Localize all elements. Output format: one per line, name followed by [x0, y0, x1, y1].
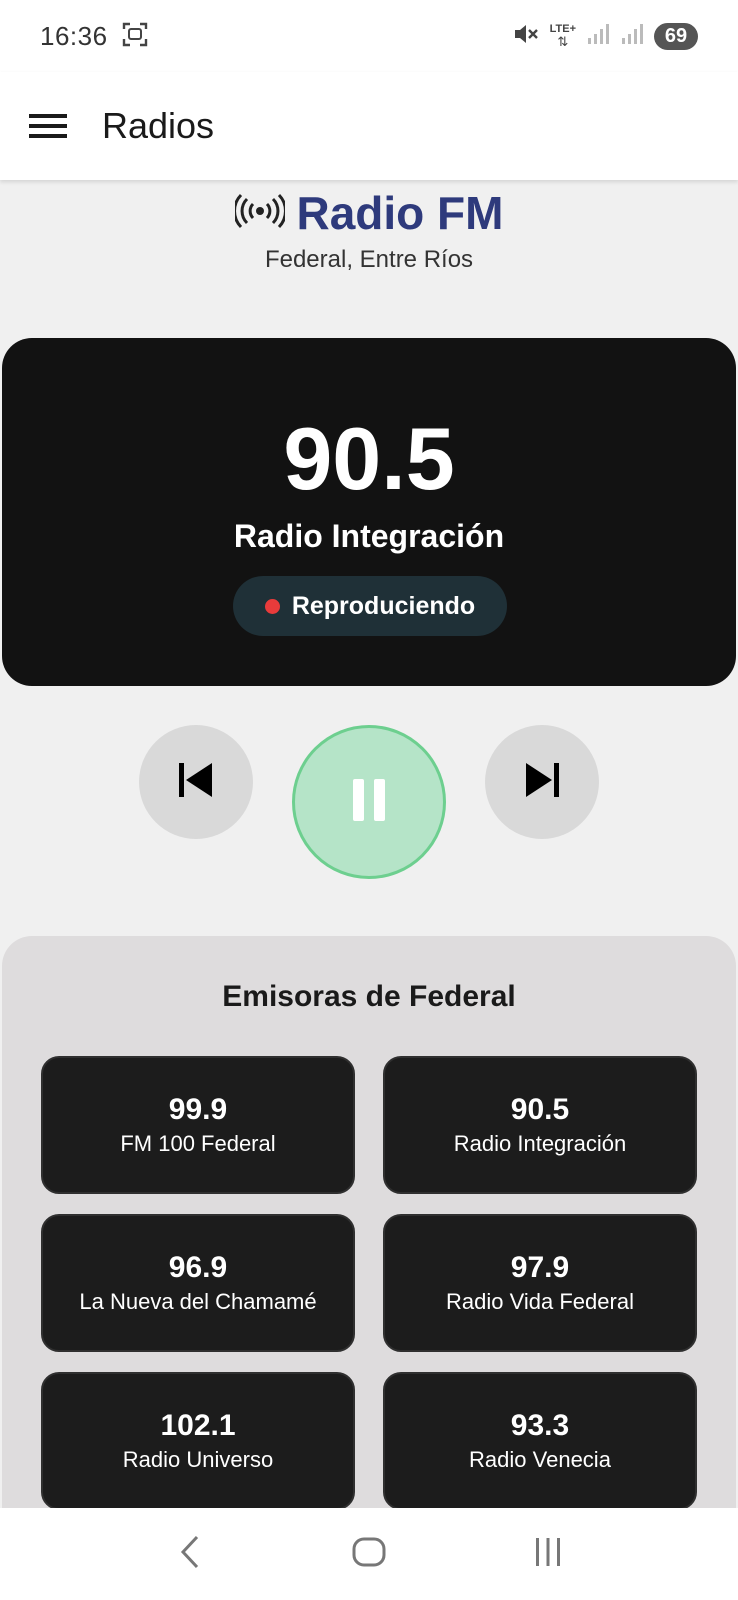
station-name: FM 100 Federal: [120, 1131, 276, 1156]
back-button[interactable]: [160, 1524, 220, 1584]
station-frequency: 90.5: [510, 1093, 570, 1126]
home-button[interactable]: [339, 1524, 399, 1584]
playback-status-badge: Reproduciendo: [233, 576, 507, 636]
station-card[interactable]: 102.1 Radio Universo: [41, 1372, 355, 1510]
playback-status-text: Reproduciendo: [291, 591, 476, 620]
station-name: La Nueva del Chamamé: [79, 1289, 317, 1314]
now-playing-card: 90.5 Radio Integración Reproduciendo: [2, 338, 736, 686]
now-playing-station: Radio Integración: [233, 518, 505, 554]
signal-icon: [586, 23, 610, 50]
station-card[interactable]: 99.9 FM 100 Federal: [41, 1056, 355, 1194]
brand-title: Radio FM: [296, 187, 504, 239]
station-frequency: 93.3: [510, 1409, 570, 1442]
stations-title: Emisoras de Federal: [222, 980, 516, 1013]
station-card[interactable]: 96.9 La Nueva del Chamamé: [41, 1214, 355, 1352]
app-title: Radios: [102, 105, 215, 146]
station-frequency: 97.9: [510, 1251, 570, 1284]
station-frequency: 96.9: [168, 1251, 228, 1284]
station-name: Radio Integración: [453, 1131, 627, 1156]
stations-panel: Emisoras de Federal 99.9 FM 100 Federal …: [2, 936, 736, 1600]
app-bar: Radios: [0, 72, 738, 180]
station-name: Radio Vida Federal: [446, 1289, 634, 1314]
status-right: LTE+ ⇅ 69: [512, 21, 698, 52]
mute-icon: [512, 21, 540, 52]
station-frequency: 102.1: [160, 1409, 236, 1442]
pause-icon: [351, 777, 387, 828]
network-label: LTE+ ⇅: [549, 23, 576, 49]
signal-icon-2: [620, 23, 644, 50]
data-arrows-icon: ⇅: [557, 34, 569, 49]
system-nav-bar: [0, 1508, 738, 1600]
back-icon: [175, 1534, 205, 1575]
station-card[interactable]: 97.9 Radio Vida Federal: [383, 1214, 697, 1352]
status-bar: 16:36 LTE+ ⇅ 69: [0, 0, 738, 72]
location-subtitle: Federal, Entre Ríos: [264, 246, 474, 273]
live-dot-icon: [264, 598, 280, 614]
hamburger-menu-icon[interactable]: [24, 102, 72, 150]
next-button[interactable]: [485, 725, 599, 839]
brand-header: Radio FM: [0, 186, 738, 240]
station-card[interactable]: 90.5 Radio Integración: [383, 1056, 697, 1194]
station-frequency: 99.9: [168, 1093, 228, 1126]
station-name: Radio Venecia: [469, 1447, 611, 1472]
now-playing-frequency: 90.5: [283, 409, 455, 508]
screenshot-icon: [122, 21, 148, 52]
status-left: 16:36: [40, 21, 148, 52]
pause-button[interactable]: [292, 725, 446, 879]
skip-next-icon: [522, 760, 562, 805]
previous-button[interactable]: [139, 725, 253, 839]
recents-icon: [531, 1535, 565, 1574]
skip-previous-icon: [176, 760, 216, 805]
home-icon: [351, 1534, 387, 1575]
station-name: Radio Universo: [122, 1447, 274, 1472]
battery-indicator: 69: [654, 22, 698, 50]
status-time: 16:36: [40, 20, 108, 51]
broadcast-icon: [232, 193, 287, 234]
station-card[interactable]: 93.3 Radio Venecia: [383, 1372, 697, 1510]
recents-button[interactable]: [518, 1524, 578, 1584]
